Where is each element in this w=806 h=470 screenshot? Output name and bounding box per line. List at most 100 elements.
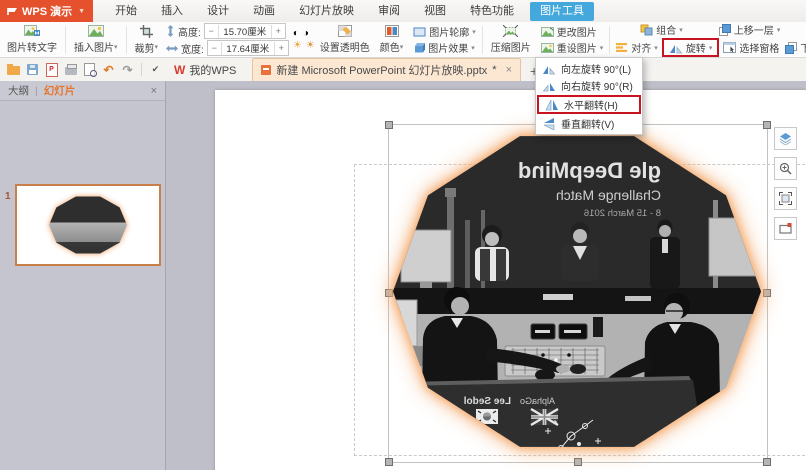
- crop-icon: [140, 25, 153, 38]
- menu-item-flip-horizontal[interactable]: 水平翻转(H): [539, 97, 639, 112]
- selection-handle-top-right[interactable]: [763, 121, 771, 129]
- width-field-row: 宽度: −17.64厘米+: [166, 40, 289, 56]
- compress-picture-button[interactable]: 压缩图片: [486, 23, 536, 56]
- alphago-match-picture[interactable]: gle DeepMind Challenge Match 8 - 15 Marc…: [393, 128, 761, 455]
- slide-thumbnail[interactable]: [15, 184, 161, 266]
- title-bar: WPS 演示 ▼ 开始 插入 设计 动画 幻灯片放映 审阅 视图 特色功能 图片…: [0, 0, 806, 22]
- menu-item-rotate-left-90[interactable]: 向左旋转 90°(L): [536, 60, 642, 77]
- layers-button[interactable]: [774, 127, 797, 150]
- close-document-button[interactable]: ×: [506, 64, 512, 76]
- selection-handle-top-left[interactable]: [385, 121, 393, 129]
- export-pdf-button[interactable]: P: [43, 61, 60, 78]
- print-preview-icon: [84, 63, 95, 76]
- insert-picture-button[interactable]: 插入图片▾: [69, 23, 123, 56]
- group-button[interactable]: 组合▾: [637, 22, 686, 37]
- picture-effects-label: 图片效果: [428, 40, 468, 55]
- width-increase-button[interactable]: +: [274, 42, 288, 55]
- height-increase-button[interactable]: +: [271, 25, 285, 38]
- modified-indicator: *: [492, 64, 496, 76]
- flip-horizontal-label: 水平翻转(H): [564, 97, 618, 112]
- contrast-increase-icon[interactable]: ◐: [293, 29, 299, 39]
- canvas-size-button[interactable]: [774, 217, 797, 240]
- save-button[interactable]: [24, 61, 41, 78]
- rotate-right-90-label: 向右旋转 90°(R): [561, 78, 633, 93]
- print-preview-button[interactable]: [81, 61, 98, 78]
- group-caret-icon: ▾: [679, 26, 683, 34]
- panel-close-button[interactable]: ×: [151, 85, 157, 97]
- crop-button[interactable]: 裁剪▾: [130, 23, 164, 56]
- crop-label: 裁剪: [135, 40, 155, 55]
- tab-special-features[interactable]: 特色功能: [458, 0, 526, 22]
- tab-picture-tools-active[interactable]: 图片工具: [530, 2, 594, 21]
- width-decrease-button[interactable]: −: [208, 42, 222, 55]
- picture-effects-icon: [413, 42, 425, 53]
- slide-number: 1: [5, 191, 11, 202]
- document-tab-active[interactable]: 新建 Microsoft PowerPoint 幻灯片放映.pptx * ×: [252, 58, 521, 81]
- picture-to-text-button[interactable]: 图片转文字: [2, 23, 62, 56]
- toolbar-separator: [141, 63, 142, 76]
- tab-slideshow[interactable]: 幻灯片放映: [287, 0, 366, 22]
- tab-home[interactable]: 开始: [103, 0, 149, 22]
- customize-toolbar-button[interactable]: ✔: [147, 61, 164, 78]
- ribbon-separator: [609, 26, 610, 54]
- picture-outline-button[interactable]: 图片轮廓▾: [410, 24, 479, 39]
- send-backward-button[interactable]: 下移一层▾: [782, 40, 806, 55]
- zoom-button[interactable]: [774, 157, 797, 180]
- reset-picture-button[interactable]: 重设图片▾: [538, 40, 607, 55]
- wps-logo[interactable]: WPS 演示 ▼: [0, 0, 93, 22]
- selection-handle-middle-right[interactable]: [763, 289, 771, 297]
- selection-handle-middle-left[interactable]: [385, 289, 393, 297]
- compress-picture-label: 压缩图片: [491, 39, 531, 54]
- undo-button[interactable]: ↶: [100, 61, 117, 78]
- bring-forward-button[interactable]: 上移一层▾: [716, 22, 784, 37]
- slides-tab-active[interactable]: 幻灯片: [44, 83, 76, 98]
- width-label: 宽度:: [181, 41, 204, 56]
- insert-picture-icon: [88, 25, 104, 37]
- change-picture-button[interactable]: 更改图片: [538, 24, 607, 39]
- menu-item-rotate-right-90[interactable]: 向右旋转 90°(R): [536, 77, 642, 94]
- tab-design[interactable]: 设计: [195, 0, 241, 22]
- rotate-button[interactable]: 旋转▾: [666, 40, 716, 55]
- align-button[interactable]: 对齐▾: [613, 40, 661, 55]
- picture-effects-button[interactable]: 图片效果▾: [410, 40, 479, 55]
- picture-effects-caret-icon: ▾: [471, 44, 475, 52]
- brightness-increase-icon[interactable]: ☀: [293, 40, 302, 51]
- tab-insert[interactable]: 插入: [149, 0, 195, 22]
- my-wps-tab[interactable]: W 我的WPS: [164, 58, 246, 81]
- contrast-decrease-icon[interactable]: ◑: [303, 29, 309, 39]
- rotate-annotation-box: 旋转▾: [662, 38, 720, 57]
- insert-picture-caret-icon: ▾: [114, 43, 118, 51]
- selection-handle-bottom-right[interactable]: [763, 458, 771, 466]
- save-icon: [27, 64, 38, 75]
- height-decrease-button[interactable]: −: [205, 25, 219, 38]
- redo-button[interactable]: ↷: [119, 61, 136, 78]
- editing-canvas[interactable]: gle DeepMind Challenge Match 8 - 15 Marc…: [166, 81, 806, 470]
- rotate-left-90-label: 向左旋转 90°(L): [561, 61, 631, 76]
- open-file-button[interactable]: [5, 61, 22, 78]
- print-button[interactable]: [62, 61, 79, 78]
- selection-handle-bottom-center[interactable]: [574, 458, 582, 466]
- color-button[interactable]: 颜色▾: [375, 23, 409, 56]
- tab-view[interactable]: 视图: [412, 0, 458, 22]
- open-folder-icon: [7, 66, 20, 75]
- picture-outline-icon: [413, 27, 426, 37]
- selection-pane-label: 选择窗格: [739, 40, 779, 55]
- svg-text:AlphaGo: AlphaGo: [520, 396, 555, 406]
- height-value[interactable]: 15.70厘米: [219, 24, 271, 38]
- picture-outline-caret-icon: ▾: [472, 28, 476, 36]
- wps-presentation-window: WPS 演示 ▼ 开始 插入 设计 动画 幻灯片放映 审阅 视图 特色功能 图片…: [0, 0, 806, 470]
- set-transparent-color-button[interactable]: 设置透明色: [315, 23, 375, 56]
- tab-animation[interactable]: 动画: [241, 0, 287, 22]
- bring-forward-label: 上移一层: [734, 22, 774, 37]
- group-icon: [640, 24, 653, 36]
- tab-review[interactable]: 审阅: [366, 0, 412, 22]
- wps-w-icon: W: [174, 63, 185, 77]
- menu-item-flip-vertical[interactable]: 垂直翻转(V): [536, 115, 642, 132]
- width-value[interactable]: 17.64厘米: [222, 41, 274, 55]
- brightness-decrease-icon[interactable]: ☀: [306, 40, 315, 51]
- reset-picture-caret-icon: ▾: [600, 44, 604, 52]
- fit-slide-button[interactable]: [774, 187, 797, 210]
- selection-handle-bottom-left[interactable]: [385, 458, 393, 466]
- selection-pane-button[interactable]: 选择窗格: [720, 40, 782, 55]
- outline-tab[interactable]: 大纲: [8, 83, 29, 98]
